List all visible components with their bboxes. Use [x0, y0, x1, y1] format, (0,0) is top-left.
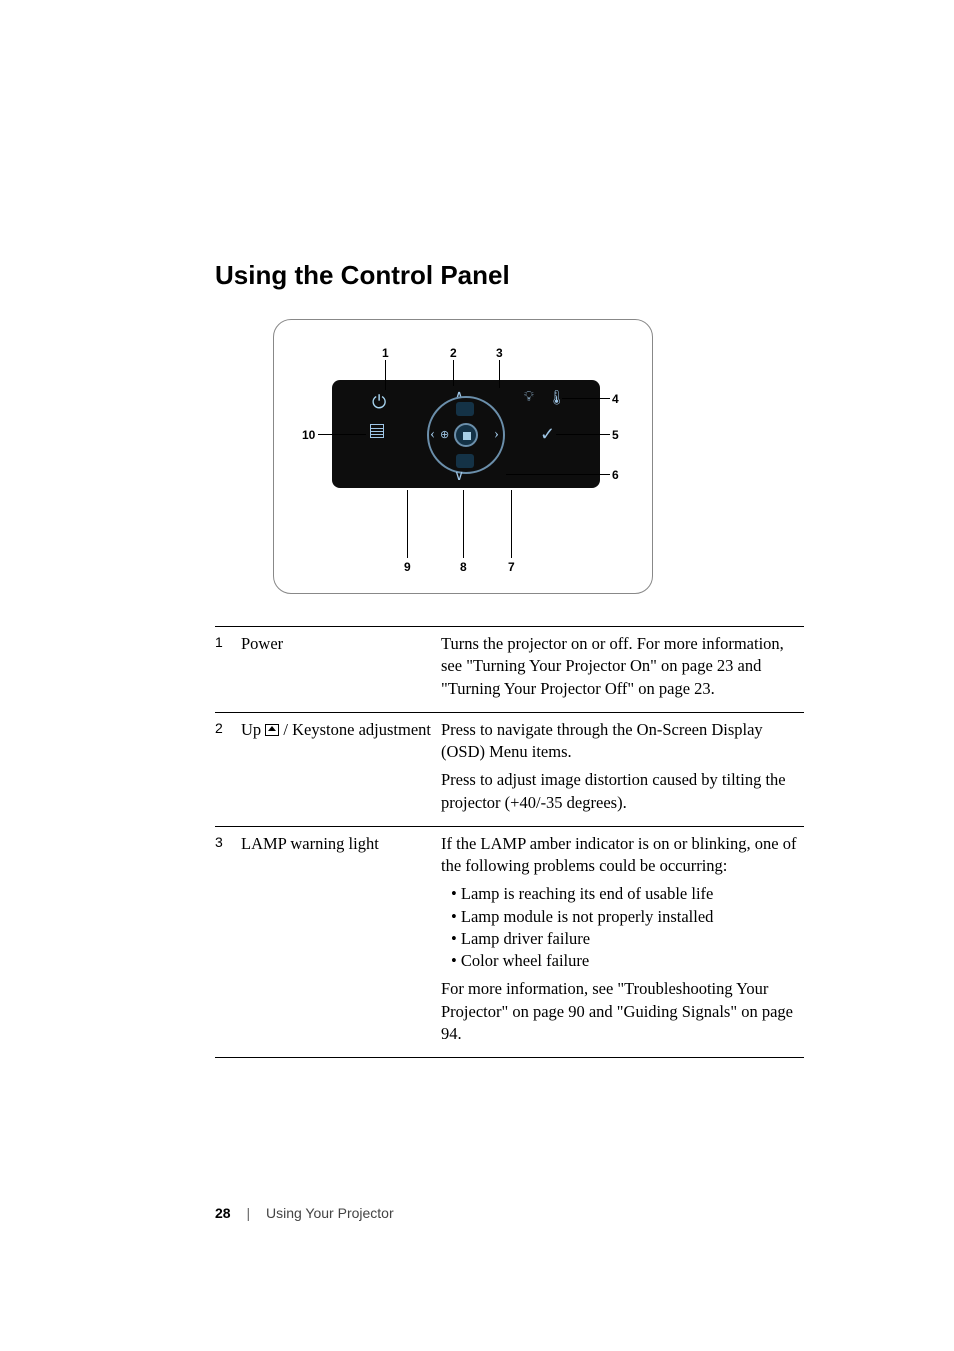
page-footer: 28 | Using Your Projector: [215, 1205, 394, 1221]
callout-5: 5: [612, 428, 619, 442]
bullet-item: Color wheel failure: [451, 950, 798, 972]
callout-line: [463, 490, 464, 558]
callout-10: 10: [302, 428, 315, 442]
bullet-item: Lamp driver failure: [451, 928, 798, 950]
footer-separator: |: [246, 1205, 250, 1221]
callout-1: 1: [382, 346, 389, 360]
row-description: If the LAMP amber indicator is on or bli…: [441, 826, 804, 1057]
callout-line: [385, 360, 386, 390]
square-a-icon: [456, 402, 474, 416]
table-row: 2 Up / Keystone adjustment Press to navi…: [215, 712, 804, 826]
bullet-item: Lamp module is not properly installed: [451, 906, 798, 928]
keystone-up-icon: [265, 724, 279, 736]
row-text: For more information, see "Troubleshooti…: [441, 978, 798, 1045]
callout-6: 6: [612, 468, 619, 482]
right-chevron-icon: ›: [494, 426, 499, 443]
bullet-list: Lamp is reaching its end of usable life …: [441, 883, 798, 972]
callout-9: 9: [404, 560, 411, 574]
row-text: Press to navigate through the On-Screen …: [441, 719, 798, 764]
callout-line: [318, 434, 366, 435]
control-panel-figure-container: ⏻ ∧ 💡︎ 🌡︎ ‹ ⊕ › ∨: [273, 319, 804, 594]
square-b-icon: [456, 454, 474, 468]
section-heading: Using the Control Panel: [215, 260, 804, 291]
power-icon: ⏻: [372, 392, 386, 413]
callout-line: [506, 474, 610, 475]
control-panel-figure: ⏻ ∧ 💡︎ 🌡︎ ‹ ⊕ › ∨: [273, 319, 653, 594]
footer-section-title: Using Your Projector: [266, 1205, 394, 1221]
callout-line: [499, 360, 500, 388]
row-description: Press to navigate through the On-Screen …: [441, 712, 804, 826]
row-description: Turns the projector on or off. For more …: [441, 627, 804, 713]
callout-3: 3: [496, 346, 503, 360]
row-number: 3: [215, 826, 241, 1057]
plus-label-icon: ⊕: [440, 428, 449, 441]
callout-7: 7: [508, 560, 515, 574]
callout-line: [407, 490, 408, 558]
callout-line: [453, 360, 454, 386]
callout-4: 4: [612, 392, 619, 406]
bullet-item: Lamp is reaching its end of usable life: [451, 883, 798, 905]
row-label: Up / Keystone adjustment: [241, 712, 441, 826]
callout-8: 8: [460, 560, 467, 574]
row-label: Power: [241, 627, 441, 713]
row-label-post: / Keystone adjustment: [279, 720, 431, 739]
row-number: 1: [215, 627, 241, 713]
table-row: 3 LAMP warning light If the LAMP amber i…: [215, 826, 804, 1057]
row-text: If the LAMP amber indicator is on or bli…: [441, 833, 798, 878]
down-chevron-icon: ∨: [454, 468, 464, 485]
row-number: 2: [215, 712, 241, 826]
callout-line: [562, 398, 610, 399]
row-text: Press to adjust image distortion caused …: [441, 769, 798, 814]
callout-line: [511, 490, 512, 558]
callout-line: [556, 434, 610, 435]
table-row: 1 Power Turns the projector on or off. F…: [215, 627, 804, 713]
nav-center-icon: [454, 423, 478, 447]
row-label-pre: Up: [241, 720, 265, 739]
nav-center-dot-icon: [463, 432, 471, 440]
row-label: LAMP warning light: [241, 826, 441, 1057]
page-number: 28: [215, 1205, 231, 1221]
row-text: Turns the projector on or off. For more …: [441, 633, 798, 700]
left-chevron-icon: ‹: [430, 426, 435, 443]
lamp-icon: 💡︎: [524, 390, 534, 406]
check-icon: ✓: [540, 424, 555, 445]
menu-icon: [370, 424, 384, 438]
controls-table: 1 Power Turns the projector on or off. F…: [215, 626, 804, 1058]
callout-2: 2: [450, 346, 457, 360]
